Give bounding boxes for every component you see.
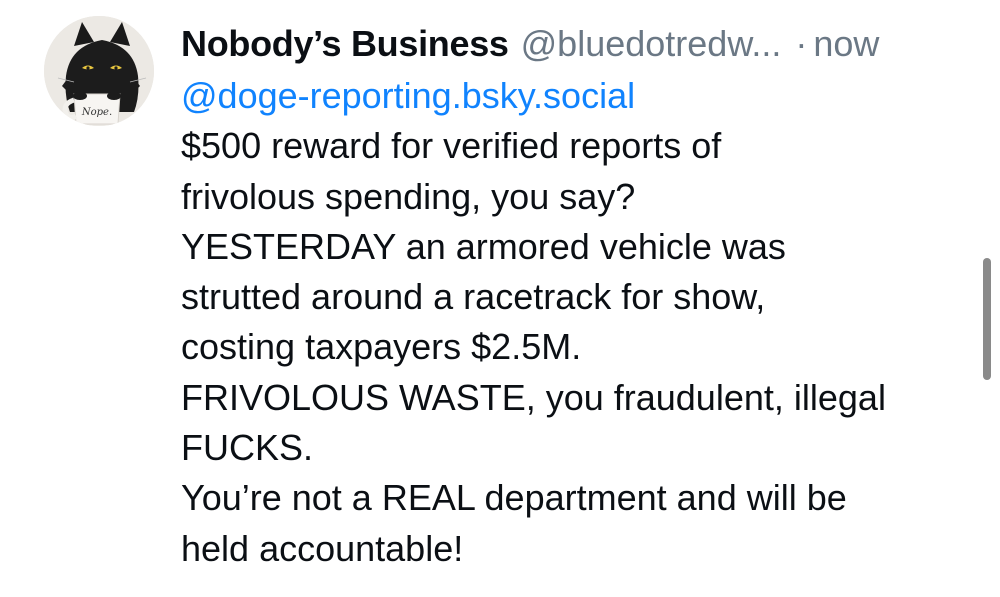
post-body-line: held accountable!	[181, 527, 464, 569]
post-body-line: You’re not a REAL department and will be	[181, 477, 847, 519]
separator-dot: ·	[795, 23, 808, 64]
mention-link[interactable]: @doge-reporting.bsky.social	[181, 71, 971, 121]
post-body-line: strutted around a racetrack for show,	[181, 276, 766, 318]
cat-with-mug-avatar-icon[interactable]: Nope.	[44, 16, 154, 126]
vertical-scrollbar[interactable]	[983, 258, 991, 380]
author-display-name[interactable]: Nobody’s Business	[181, 16, 509, 72]
post-content: Nobody’s Business @bluedotredw... · now …	[181, 16, 971, 574]
post[interactable]: Nope. Nobody’s Business @bluedotredw... …	[0, 0, 1000, 597]
post-body-line: frivolous spending, you say?	[181, 175, 636, 217]
post-header: Nobody’s Business @bluedotredw... · now	[181, 16, 971, 72]
author-handle[interactable]: @bluedotredw...	[521, 16, 782, 72]
post-body-line: FUCKS.	[181, 427, 314, 469]
avatar-mug-text: Nope.	[81, 107, 112, 118]
post-body-line: YESTERDAY an armored vehicle was	[181, 225, 786, 267]
post-body: @doge-reporting.bsky.social $500 reward …	[181, 71, 971, 574]
post-timestamp[interactable]: now	[813, 16, 879, 72]
post-body-line: $500 reward for verified reports of	[181, 125, 722, 167]
post-body-line: costing taxpayers $2.5M.	[181, 326, 582, 368]
post-body-line: FRIVOLOUS WASTE, you fraudulent, illegal	[181, 376, 886, 418]
